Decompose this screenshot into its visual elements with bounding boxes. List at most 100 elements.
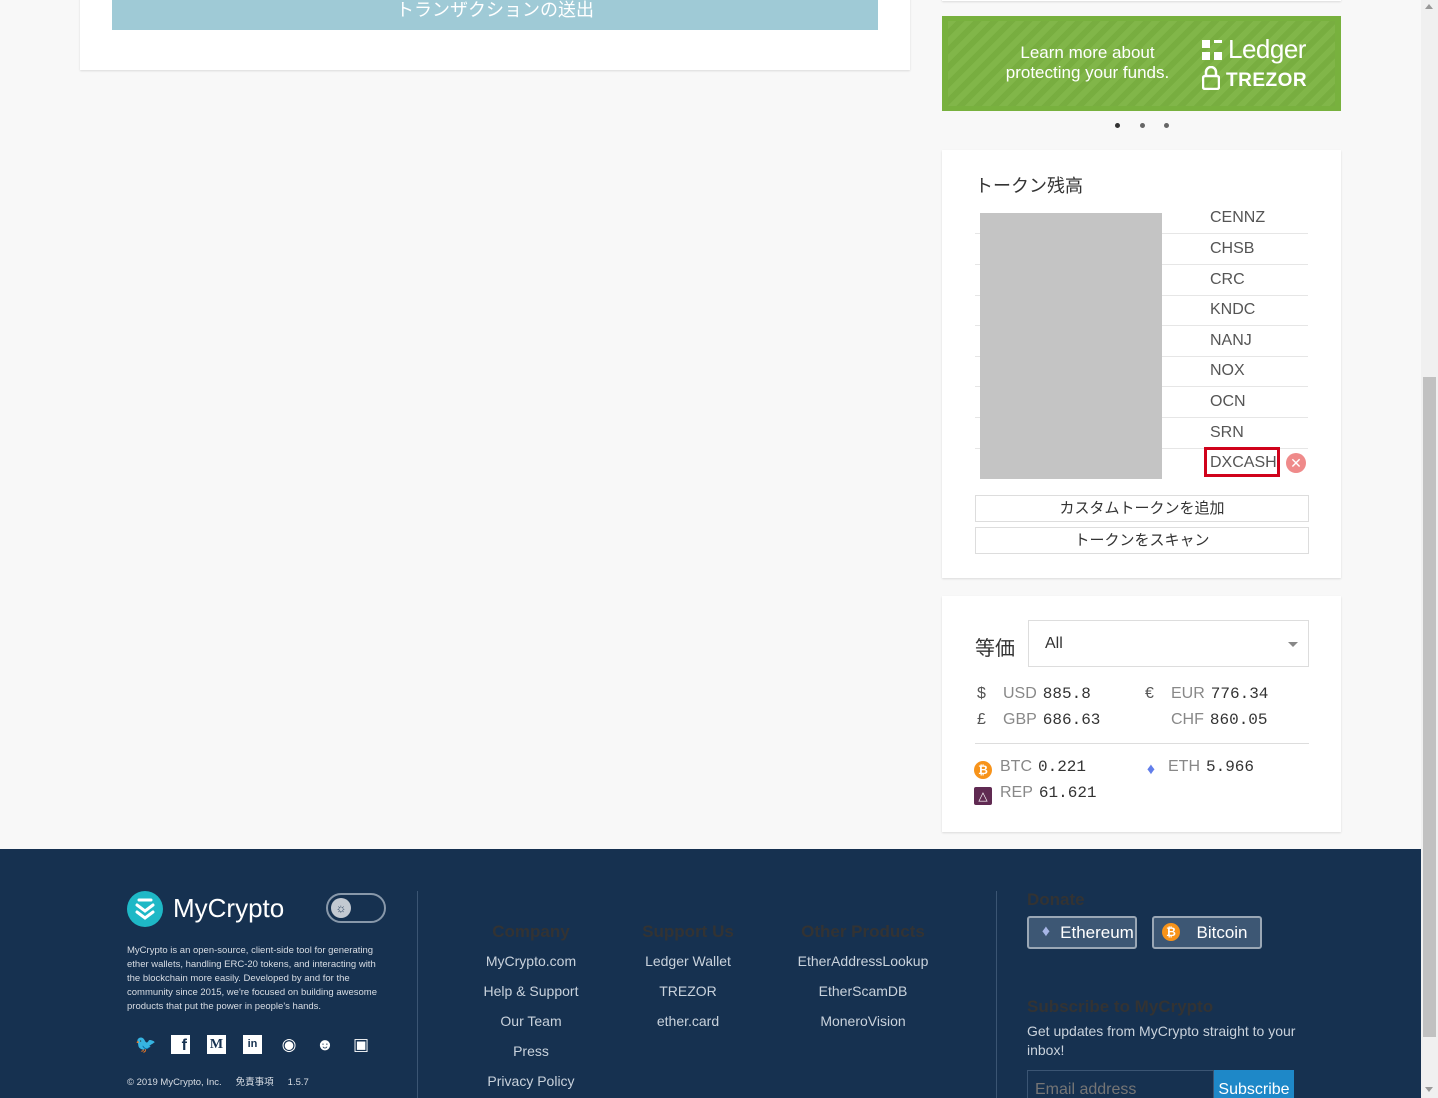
chevron-down-icon	[1288, 642, 1298, 647]
token-symbol: CENNZ	[1210, 209, 1266, 226]
send-transaction-button[interactable]: トランザクションの送出	[112, 0, 878, 30]
rate-eth: ♦ ETH 5.966	[1142, 756, 1254, 778]
dollar-icon: $	[977, 685, 986, 702]
rates-divider	[975, 743, 1309, 744]
token-balances-title: トークン残高	[975, 176, 1083, 196]
add-custom-token-button[interactable]: カスタムトークンを追加	[975, 495, 1309, 522]
mycrypto-logo-icon[interactable]	[127, 891, 163, 927]
wallet-info-card	[942, 0, 1341, 1]
trezor-logo: TREZOR	[1201, 65, 1308, 92]
footer-link-monerovision[interactable]: MoneroVision	[763, 1013, 963, 1029]
highlight-box	[1204, 447, 1280, 477]
euro-icon: €	[1145, 685, 1154, 702]
rate-code: REP	[1000, 784, 1033, 801]
donate-ethereum-label: Ethereum	[1060, 923, 1134, 942]
banner-line-1: Learn more about	[1020, 43, 1155, 62]
page-scrollbar[interactable]	[1421, 0, 1438, 1098]
scan-tokens-button[interactable]: トークンをスキャン	[975, 527, 1309, 554]
bitcoin-icon: ₿	[974, 761, 992, 779]
remove-token-icon[interactable]: ✕	[1286, 453, 1306, 473]
rate-code: CHF	[1171, 711, 1204, 728]
scroll-up-icon[interactable]	[1425, 4, 1433, 9]
copyright-text: © 2019 MyCrypto, Inc.	[127, 1077, 222, 1088]
lock-icon	[1201, 65, 1221, 91]
rate-eur: € EUR 776.34	[1145, 683, 1268, 705]
rate-chf: CHF 860.05	[1145, 709, 1268, 731]
rate-code: EUR	[1171, 685, 1205, 702]
ethereum-icon: ♦	[1146, 761, 1156, 778]
footer-link-privacy[interactable]: Privacy Policy	[431, 1073, 631, 1089]
token-symbol: SRN	[1210, 424, 1244, 441]
token-symbol: OCN	[1210, 393, 1246, 410]
currency-select[interactable]: All	[1028, 620, 1309, 667]
subscribe-text: Get updates from MyCrypto straight to yo…	[1027, 1023, 1296, 1058]
pound-icon: £	[977, 711, 986, 728]
linkedin-icon[interactable]: in	[243, 1035, 262, 1054]
bitcoin-icon: ₿	[1162, 923, 1180, 941]
banner-text: Learn more about protecting your funds.	[990, 43, 1185, 83]
brand-name[interactable]: MyCrypto	[173, 893, 284, 924]
token-symbol: KNDC	[1210, 301, 1256, 318]
rate-code: ETH	[1168, 758, 1200, 775]
rate-btc: ₿ BTC 0.221	[974, 756, 1087, 779]
rate-value: 0.221	[1038, 758, 1087, 776]
rate-value: 686.63	[1042, 711, 1101, 729]
donate-bitcoin-label: Bitcoin	[1196, 923, 1248, 942]
carousel-dots	[1115, 118, 1169, 132]
scrollbar-thumb[interactable]	[1423, 377, 1436, 1037]
rate-code: BTC	[1000, 758, 1032, 775]
subscribe-heading: Subscribe to MyCrypto	[1027, 997, 1214, 1016]
ledger-logo: Ledger	[1202, 34, 1306, 65]
ledger-label: Ledger	[1228, 34, 1306, 64]
footer-divider	[996, 891, 997, 1098]
currency-select-value: All	[1045, 635, 1063, 652]
rate-code: GBP	[1003, 711, 1037, 728]
ledger-icon	[1202, 40, 1222, 60]
footer-link-press[interactable]: Press	[431, 1043, 631, 1059]
theme-toggle[interactable]: ☼	[326, 893, 386, 923]
scroll-down-icon[interactable]	[1425, 1087, 1433, 1092]
twitter-icon[interactable]: 🐦	[135, 1035, 156, 1055]
facebook-icon[interactable]: f	[171, 1035, 190, 1054]
hardware-wallet-banner[interactable]: Learn more about protecting your funds. …	[942, 16, 1341, 111]
reddit-icon[interactable]: ☻	[315, 1035, 335, 1055]
footer-link-eal[interactable]: EtherAddressLookup	[763, 953, 963, 969]
equivalent-values-title: 等価	[975, 638, 1015, 660]
email-input[interactable]	[1027, 1070, 1214, 1098]
donate-heading: Donate	[1027, 890, 1085, 909]
rate-value: 5.966	[1206, 758, 1255, 776]
footer-link-trezor[interactable]: TREZOR	[588, 983, 788, 999]
banner-line-2: protecting your funds.	[1005, 63, 1170, 82]
rate-value: 885.8	[1042, 685, 1091, 703]
medium-icon[interactable]: M	[207, 1035, 226, 1054]
footer-link-esdb[interactable]: EtherScamDB	[763, 983, 963, 999]
token-symbol: NOX	[1210, 362, 1245, 379]
rate-value: 860.05	[1209, 711, 1268, 729]
augur-icon: △	[974, 787, 992, 805]
token-symbol: CRC	[1210, 271, 1245, 288]
discord-icon[interactable]: ▣	[351, 1035, 371, 1055]
products-heading: Other Products	[801, 922, 925, 941]
sun-icon: ☼	[331, 898, 351, 918]
about-text: MyCrypto is an open-source, client-side …	[127, 945, 378, 1012]
version-text: 1.5.7	[287, 1077, 309, 1088]
trezor-label: TREZOR	[1226, 70, 1308, 91]
token-symbol: NANJ	[1210, 332, 1252, 349]
carousel-dot-1[interactable]	[1115, 122, 1120, 128]
github-icon[interactable]: ◉	[279, 1035, 299, 1055]
rate-gbp: £ GBP 686.63	[977, 709, 1100, 731]
donate-bitcoin-button[interactable]: ₿ Bitcoin	[1152, 916, 1262, 949]
donate-ethereum-button[interactable]: ♦ Ethereum	[1027, 916, 1137, 949]
footer-divider	[417, 891, 418, 1098]
rate-usd: $ USD 885.8	[977, 683, 1091, 705]
copyright: © 2019 MyCrypto, Inc. 免責事項 1.5.7	[127, 1074, 323, 1088]
subscribe-button[interactable]: Subscribe	[1214, 1070, 1294, 1098]
carousel-dot-3[interactable]	[1164, 122, 1169, 128]
rate-value: 776.34	[1210, 685, 1269, 703]
footer-link-ethercard[interactable]: ether.card	[588, 1013, 788, 1029]
support-heading: Support Us	[642, 922, 734, 941]
footer-link-ledger[interactable]: Ledger Wallet	[588, 953, 788, 969]
disclaimer-link[interactable]: 免責事項	[236, 1077, 274, 1088]
carousel-dot-2[interactable]	[1139, 122, 1145, 128]
redacted-balances	[980, 213, 1162, 479]
